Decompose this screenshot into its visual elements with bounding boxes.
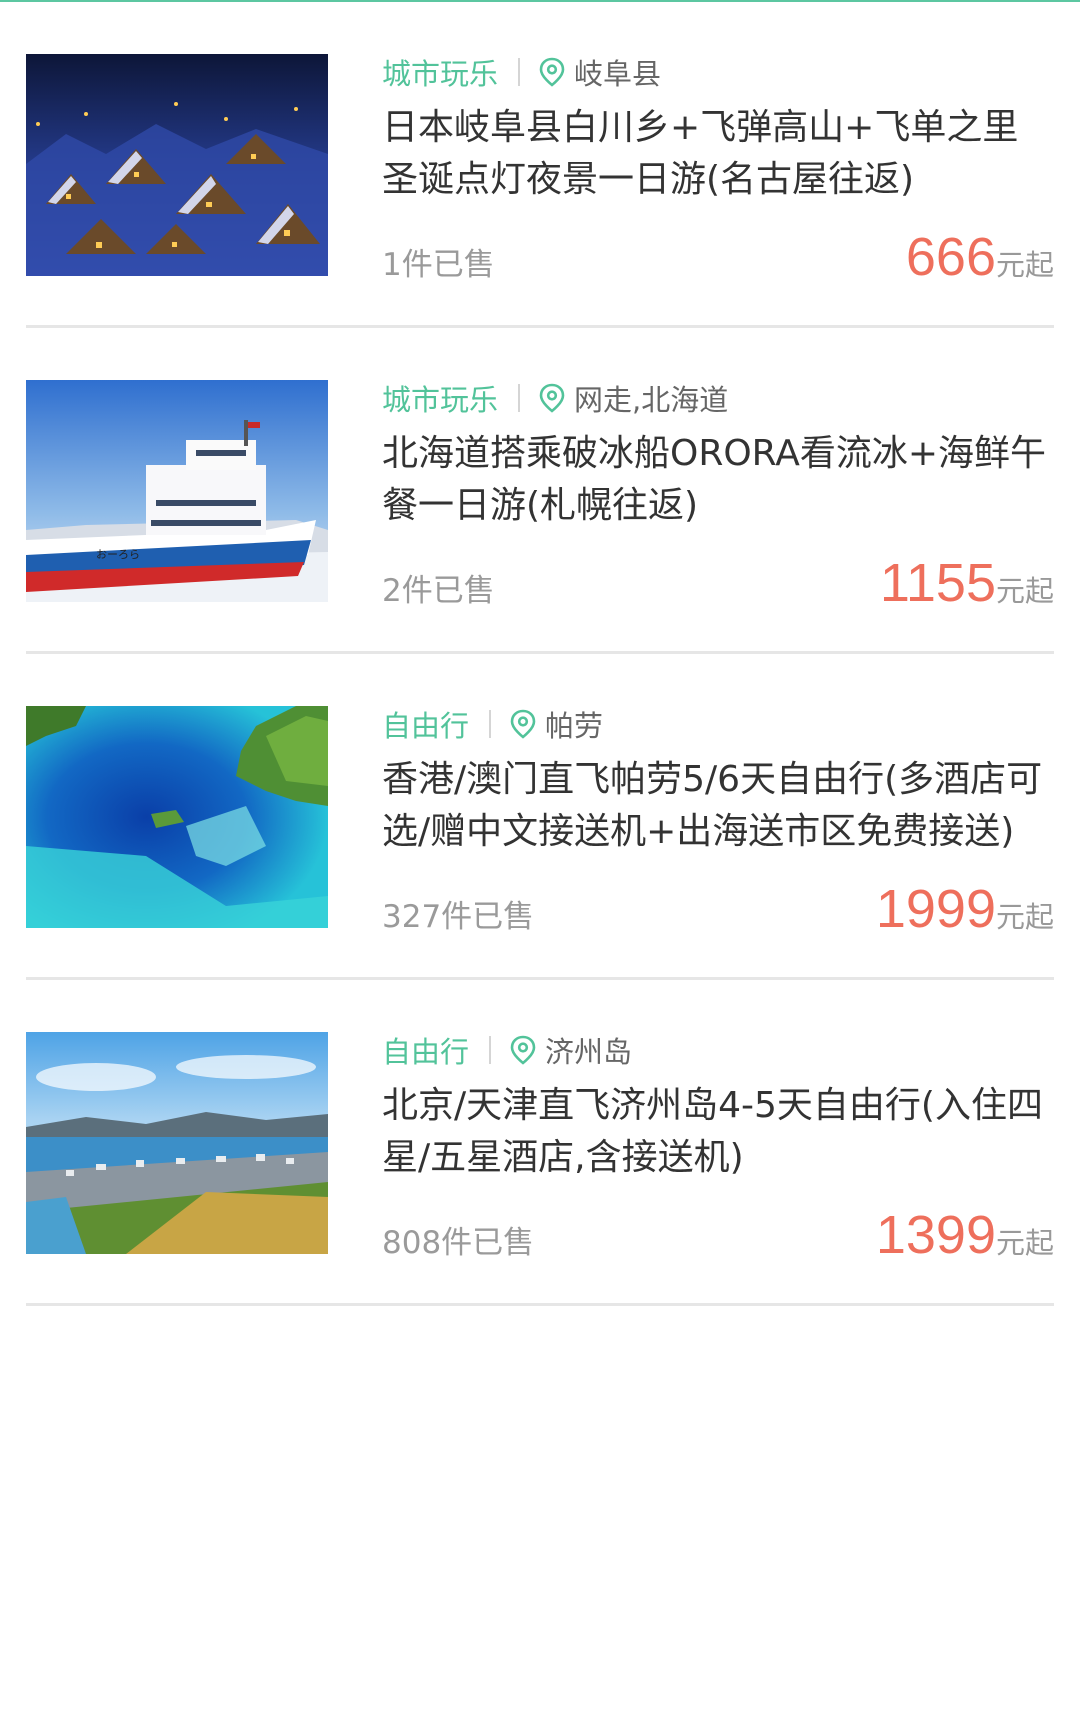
- price-unit: 元起: [995, 900, 1054, 934]
- price-block: 1155元起: [880, 552, 1054, 614]
- location-label: 岐阜县: [574, 57, 662, 91]
- location-pin-icon: [509, 1035, 537, 1065]
- price-block: 1999元起: [876, 878, 1054, 940]
- item-info: 城市玩乐 岐阜县 日本岐阜县白川乡+飞弹高山+飞单之里圣诞点灯夜景一日游(名古屋…: [382, 52, 1054, 287]
- item-meta: 自由行 济州岛: [382, 1030, 1054, 1070]
- divider: [26, 1303, 1054, 1306]
- sold-count: 327件已售: [382, 899, 535, 935]
- svg-text:おーろら: おーろら: [96, 548, 140, 561]
- category-tag: 自由行: [382, 709, 470, 743]
- meta-separator: [518, 58, 521, 86]
- sold-count: 2件已售: [382, 573, 495, 609]
- snowy-village-image: [26, 54, 328, 276]
- product-list: 城市玩乐 岐阜县 日本岐阜县白川乡+飞弹高山+飞单之里圣诞点灯夜景一日游(名古屋…: [0, 2, 1080, 1306]
- item-bottom-row: 2件已售 1155元起: [382, 552, 1054, 614]
- sold-count: 808件已售: [382, 1225, 535, 1261]
- icebreaker-ship-image: おーろら: [26, 380, 328, 602]
- item-meta: 自由行 帕劳: [382, 704, 1054, 744]
- item-bottom-row: 1件已售 666元起: [382, 226, 1054, 288]
- list-item[interactable]: 城市玩乐 岐阜县 日本岐阜县白川乡+飞弹高山+飞单之里圣诞点灯夜景一日游(名古屋…: [0, 2, 1080, 328]
- product-image-jeju[interactable]: [26, 1032, 328, 1254]
- jeju-coast-image: [26, 1032, 328, 1254]
- item-bottom-row: 327件已售 1999元起: [382, 878, 1054, 940]
- list-item[interactable]: おーろら 城市玩乐 网走,北海道 北海道搭乘破冰船ORORA看流冰+海鲜午餐一日…: [0, 328, 1080, 654]
- price-value: 1155: [879, 553, 996, 613]
- meta-separator: [489, 1036, 492, 1064]
- product-title[interactable]: 北京/天津直飞济州岛4-5天自由行(入住四星/五星酒店,含接送机): [382, 1080, 1054, 1184]
- location-label: 济州岛: [545, 1035, 633, 1069]
- location-pin-icon: [538, 57, 566, 87]
- price-value: 1999: [875, 879, 996, 939]
- item-info: 自由行 济州岛 北京/天津直飞济州岛4-5天自由行(入住四星/五星酒店,含接送机…: [382, 1030, 1054, 1265]
- meta-separator: [518, 384, 521, 412]
- item-info: 城市玩乐 网走,北海道 北海道搭乘破冰船ORORA看流冰+海鲜午餐一日游(札幌往…: [382, 378, 1054, 613]
- item-info: 自由行 帕劳 香港/澳门直飞帕劳5/6天自由行(多酒店可选/赠中文接送机+出海送…: [382, 704, 1054, 939]
- product-image-snowy-village[interactable]: [26, 54, 328, 276]
- product-title[interactable]: 北海道搭乘破冰船ORORA看流冰+海鲜午餐一日游(札幌往返): [382, 428, 1054, 532]
- product-image-icebreaker[interactable]: おーろら: [26, 380, 328, 602]
- price-unit: 元起: [995, 248, 1054, 282]
- category-tag: 自由行: [382, 1035, 470, 1069]
- item-meta: 城市玩乐 网走,北海道: [382, 378, 1054, 418]
- meta-separator: [489, 710, 492, 738]
- category-tag: 城市玩乐: [382, 57, 499, 91]
- location-pin-icon: [538, 383, 566, 413]
- price-block: 666元起: [906, 226, 1054, 288]
- sold-count: 1件已售: [382, 247, 495, 283]
- location-label: 网走,北海道: [574, 383, 729, 417]
- list-item[interactable]: 自由行 帕劳 香港/澳门直飞帕劳5/6天自由行(多酒店可选/赠中文接送机+出海送…: [0, 654, 1080, 980]
- product-title[interactable]: 香港/澳门直飞帕劳5/6天自由行(多酒店可选/赠中文接送机+出海送市区免费接送): [382, 754, 1054, 858]
- location-label: 帕劳: [545, 709, 604, 743]
- price-value: 1399: [875, 1205, 996, 1265]
- price-unit: 元起: [995, 574, 1054, 608]
- product-image-palau[interactable]: [26, 706, 328, 928]
- list-item[interactable]: 自由行 济州岛 北京/天津直飞济州岛4-5天自由行(入住四星/五星酒店,含接送机…: [0, 980, 1080, 1306]
- price-unit: 元起: [995, 1226, 1054, 1260]
- product-title[interactable]: 日本岐阜县白川乡+飞弹高山+飞单之里圣诞点灯夜景一日游(名古屋往返): [382, 102, 1054, 206]
- palau-lagoon-image: [26, 706, 328, 928]
- price-block: 1399元起: [876, 1204, 1054, 1266]
- price-value: 666: [905, 227, 996, 287]
- item-meta: 城市玩乐 岐阜县: [382, 52, 1054, 92]
- category-tag: 城市玩乐: [382, 383, 499, 417]
- item-bottom-row: 808件已售 1399元起: [382, 1204, 1054, 1266]
- location-pin-icon: [509, 709, 537, 739]
